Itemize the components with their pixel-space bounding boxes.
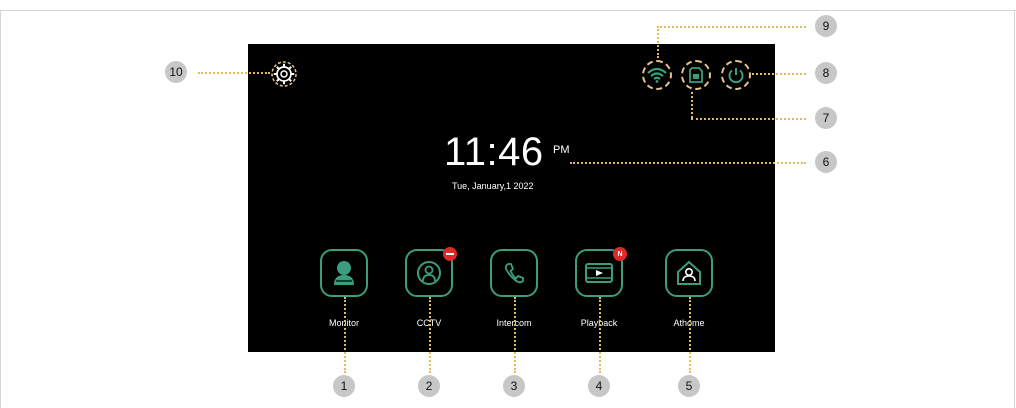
frame-right-line xyxy=(1014,10,1015,408)
leader-line-sd-card xyxy=(691,118,806,120)
phone-icon xyxy=(504,263,524,284)
callout-wifi: 9 xyxy=(815,15,837,37)
leader-line-clock xyxy=(570,162,806,164)
leader-line-cctv xyxy=(429,297,431,373)
frame-left-line xyxy=(0,10,1,408)
leader-line-sd-card-vertical xyxy=(691,92,693,118)
video-play-icon xyxy=(585,263,613,283)
home-person-icon xyxy=(677,260,701,285)
leader-line-athome xyxy=(689,297,691,373)
callout-athome: 5 xyxy=(678,375,700,397)
device-screen: 11:46 PM Tue, January,1 2022 Monitor CCT… xyxy=(248,44,775,352)
wifi-icon[interactable] xyxy=(642,60,672,90)
leader-line-intercom xyxy=(514,297,516,373)
callout-settings: 10 xyxy=(165,61,187,83)
frame-top-line xyxy=(0,10,1016,11)
monitor-button[interactable] xyxy=(320,249,368,297)
person-icon xyxy=(334,261,354,285)
athome-button[interactable] xyxy=(665,249,713,297)
leader-line-wifi xyxy=(657,26,806,28)
callout-cctv: 2 xyxy=(418,375,440,397)
leader-line-wifi-vertical xyxy=(657,26,659,58)
clock-ampm: PM xyxy=(553,144,570,156)
leader-line-playback xyxy=(599,297,601,373)
leader-line-power xyxy=(752,73,806,75)
cctv-badge xyxy=(443,247,457,261)
callout-playback: 4 xyxy=(588,375,610,397)
playback-badge: N xyxy=(613,247,627,261)
sd-card-icon xyxy=(681,60,711,90)
callout-clock: 6 xyxy=(815,151,837,173)
intercom-button[interactable] xyxy=(490,249,538,297)
callout-sd-card: 7 xyxy=(815,107,837,129)
leader-line-monitor xyxy=(344,297,346,373)
callout-monitor: 1 xyxy=(333,375,355,397)
clock-time: 11:46 xyxy=(444,130,544,174)
camera-person-icon xyxy=(417,261,441,285)
gear-icon[interactable] xyxy=(270,60,298,88)
clock-date: Tue, January,1 2022 xyxy=(452,181,534,191)
power-icon[interactable] xyxy=(721,60,751,90)
leader-line-settings xyxy=(198,72,270,74)
callout-intercom: 3 xyxy=(503,375,525,397)
callout-power: 8 xyxy=(815,62,837,84)
